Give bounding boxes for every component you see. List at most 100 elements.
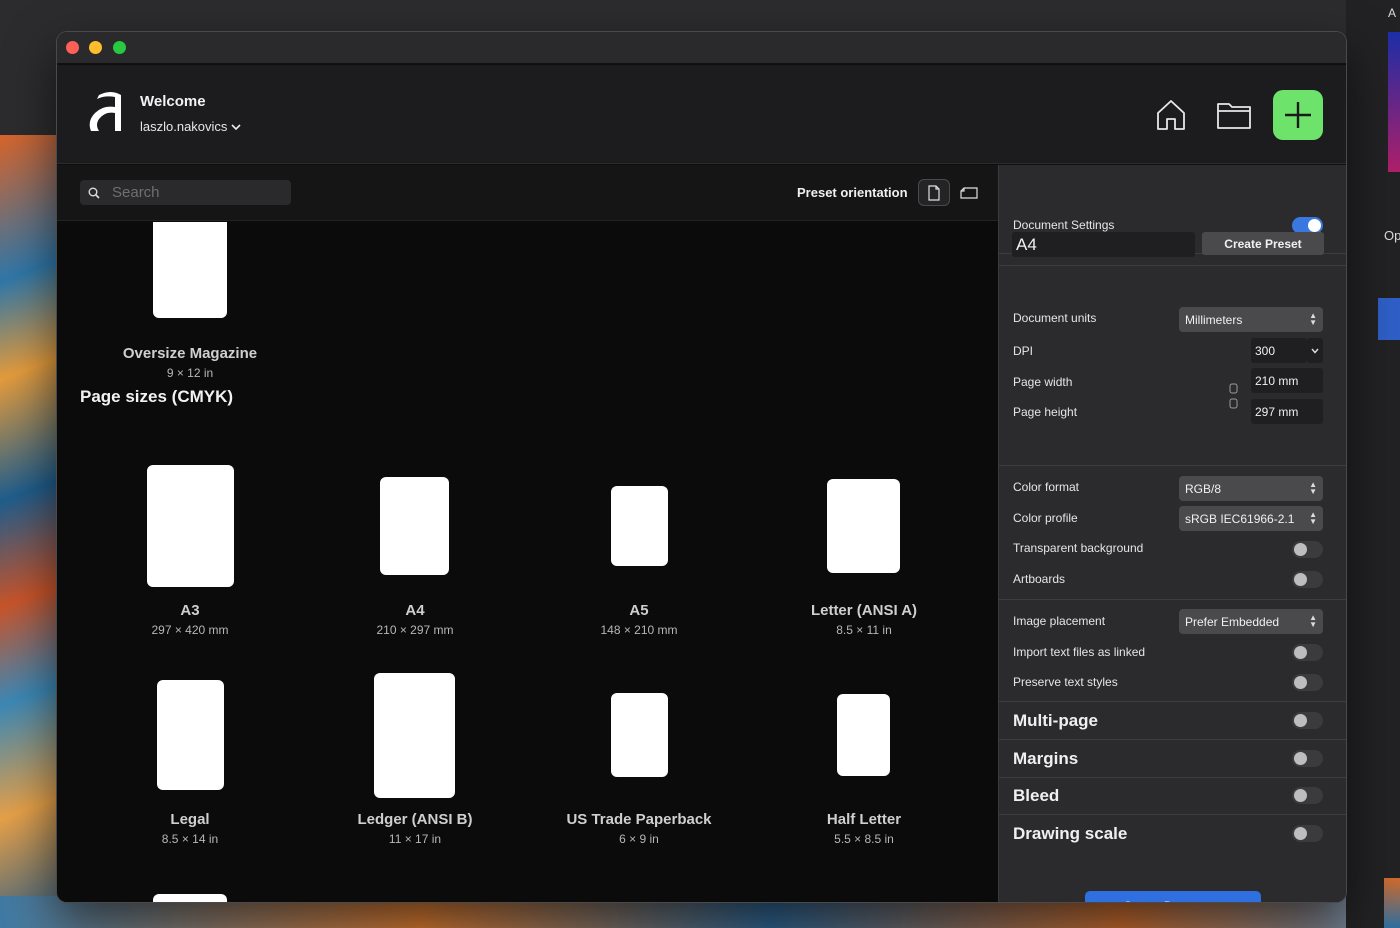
preserve-text-styles-toggle[interactable] [1292, 674, 1323, 691]
presets-toolbar: Preset orientation [57, 165, 998, 221]
color-profile-select[interactable]: sRGB IEC61966-2.1 ▲ ▼ [1179, 506, 1323, 531]
search-icon [88, 187, 100, 199]
preset-thumbnail-a5[interactable] [611, 486, 668, 566]
preset-grid[interactable]: Oversize Magazine 9 × 12 in Page sizes (… [57, 222, 998, 902]
background-app-tool [1378, 298, 1400, 340]
folder-icon [1217, 103, 1251, 129]
minimize-window-button[interactable] [89, 41, 102, 54]
preset-thumbnail-a4[interactable] [380, 477, 449, 575]
document-units-value: Millimeters [1185, 312, 1243, 327]
background-app-text: A [1388, 6, 1397, 20]
preset-size-a3: 297 × 420 mm [151, 623, 229, 637]
preset-thumbnail-legal[interactable] [157, 680, 224, 790]
preset-size-us-trade-paperback: 6 × 9 in [619, 832, 659, 846]
page-height-value: 297 mm [1255, 404, 1299, 419]
import-text-linked-toggle[interactable] [1292, 644, 1323, 661]
updown-arrows-icon: ▲ ▼ [1309, 613, 1317, 629]
updown-arrows-icon: ▲ ▼ [1309, 480, 1317, 496]
margins-toggle[interactable] [1292, 750, 1323, 767]
image-placement-label: Image placement [1013, 614, 1106, 628]
preset-size-a5: 148 × 210 mm [600, 623, 678, 637]
preset-size-ledger: 11 × 17 in [388, 832, 442, 846]
document-settings-panel: Document Settings Create Preset Document… [998, 165, 1346, 902]
drawing-scale-toggle[interactable] [1292, 825, 1323, 842]
drawing-scale-label: Drawing scale [1013, 824, 1128, 843]
page-width-field[interactable]: 210 mm [1251, 368, 1323, 393]
bleed-toggle[interactable] [1292, 787, 1323, 804]
updown-arrows-icon: ▲ ▼ [1309, 311, 1317, 327]
image-placement-select[interactable]: Prefer Embedded ▲ ▼ [1179, 609, 1323, 634]
account-name: laszlo.nakovics [140, 119, 228, 134]
preset-name-us-trade-paperback: US Trade Paperback [566, 811, 712, 828]
new-document-button[interactable] [1273, 90, 1323, 140]
preset-thumbnail-oversize-magazine[interactable] [153, 222, 227, 318]
transparent-background-label: Transparent background [1013, 541, 1144, 555]
preset-size-a4: 210 × 297 mm [376, 623, 454, 637]
search-input[interactable] [112, 184, 272, 201]
title-bar [57, 32, 1346, 64]
preset-name-half-letter: Half Letter [826, 811, 902, 828]
divider [999, 814, 1346, 815]
preset-name-legal: Legal [170, 811, 210, 828]
color-format-value: RGB/8 [1185, 481, 1222, 496]
document-units-label: Document units [1013, 311, 1097, 325]
preset-thumbnail-ledger[interactable] [374, 673, 455, 798]
plus-icon [1285, 102, 1311, 128]
presets-area: Preset orientation Oversize Magazine 9 ×… [57, 165, 998, 902]
updown-arrows-icon: ▲ ▼ [1309, 510, 1317, 526]
open-folder-button[interactable] [1209, 90, 1259, 140]
home-button[interactable] [1146, 90, 1196, 140]
color-format-label: Color format [1013, 480, 1080, 494]
multi-page-toggle[interactable] [1292, 712, 1323, 729]
landscape-orientation-button[interactable] [953, 179, 985, 206]
page-width-label: Page width [1013, 375, 1073, 389]
document-settings-title: Document Settings [1013, 218, 1115, 232]
transparent-background-toggle[interactable] [1292, 541, 1323, 558]
dpi-value: 300 [1255, 343, 1276, 358]
preset-thumbnail-a3[interactable] [147, 465, 234, 587]
affinity-logo-icon [89, 92, 121, 131]
portrait-page-icon [928, 184, 940, 201]
welcome-header: Welcome laszlo.nakovics [57, 65, 1346, 164]
dpi-field[interactable]: 300 [1251, 338, 1307, 363]
divider [999, 777, 1346, 778]
page-height-field[interactable]: 297 mm [1251, 399, 1323, 424]
preset-size-letter: 8.5 × 11 in [836, 623, 892, 637]
page-height-label: Page height [1013, 405, 1078, 419]
search-box[interactable] [80, 180, 291, 205]
artboards-toggle[interactable] [1292, 571, 1323, 588]
divider [999, 701, 1346, 702]
preset-thumbnail-half-letter[interactable] [837, 694, 890, 776]
preset-size-legal: 8.5 × 14 in [161, 832, 219, 846]
account-menu[interactable]: laszlo.nakovics [140, 119, 242, 134]
maximize-window-button[interactable] [113, 41, 126, 54]
background-app-edge: A Op [1346, 0, 1400, 928]
section-title-page-sizes: Page sizes (CMYK) [80, 387, 234, 406]
page-width-value: 210 mm [1255, 373, 1299, 388]
dpi-dropdown-button[interactable] [1307, 338, 1323, 363]
preset-name-a3: A3 [180, 602, 200, 619]
preset-thumbnail-next[interactable] [153, 894, 227, 902]
image-placement-value: Prefer Embedded [1185, 614, 1280, 629]
create-document-button[interactable]: Create Document [1085, 891, 1261, 902]
close-window-button[interactable] [66, 41, 79, 54]
welcome-title: Welcome [140, 93, 206, 110]
preset-name-oversize-magazine: Oversize Magazine [122, 345, 258, 362]
preserve-text-styles-label: Preserve text styles [1013, 675, 1118, 689]
preset-name-ledger: Ledger (ANSI B) [357, 811, 473, 828]
color-format-select[interactable]: RGB/8 ▲ ▼ [1179, 476, 1323, 501]
import-text-linked-label: Import text files as linked [1013, 645, 1146, 659]
home-icon [1157, 100, 1185, 130]
chevron-down-icon [231, 123, 242, 130]
link-dimensions-icon[interactable] [1229, 383, 1239, 409]
divider [999, 265, 1346, 266]
color-profile-label: Color profile [1013, 511, 1078, 525]
preset-name-field[interactable] [1012, 232, 1195, 257]
divider [999, 739, 1346, 740]
divider [999, 465, 1346, 466]
portrait-orientation-button[interactable] [918, 179, 950, 206]
preset-thumbnail-us-trade-paperback[interactable] [611, 693, 668, 777]
preset-thumbnail-letter[interactable] [827, 479, 900, 573]
create-preset-button[interactable]: Create Preset [1202, 232, 1324, 255]
document-units-select[interactable]: Millimeters ▲ ▼ [1179, 307, 1323, 332]
